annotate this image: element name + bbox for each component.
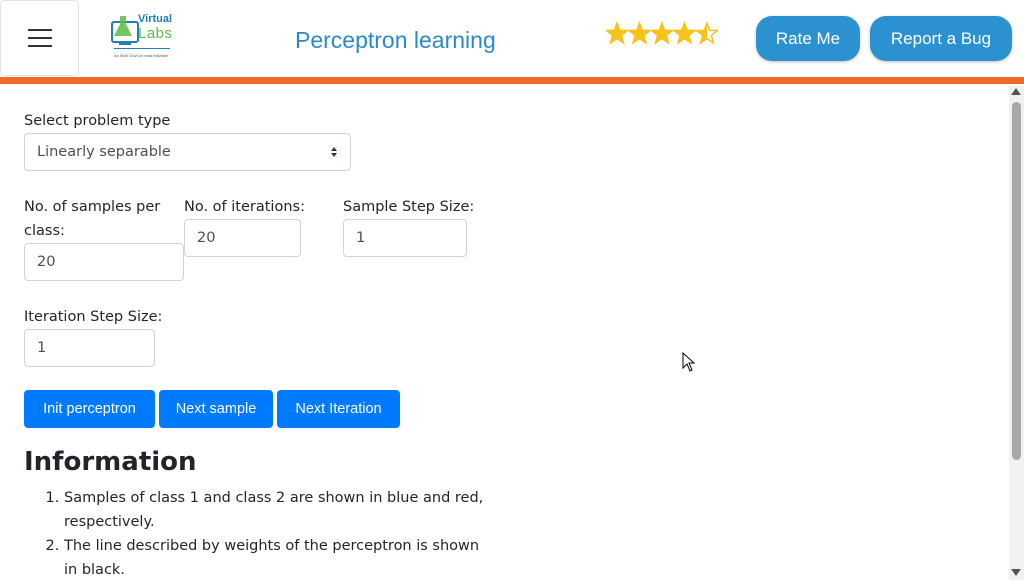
menu-line [27,45,52,47]
list-item: The line described by weights of the per… [64,534,494,582]
rating-star-icon [694,21,718,45]
mouse-pointer-icon [682,352,695,372]
scroll-down-arrow-icon[interactable] [1011,569,1021,576]
rating-star-icon [606,21,630,45]
information-heading: Information [24,447,197,477]
rating-star-icon [626,21,653,45]
hamburger-menu-button[interactable] [0,0,79,76]
report-bug-button[interactable]: Report a Bug [870,16,1012,61]
init-perceptron-button[interactable]: Init perceptron [24,390,155,428]
menu-line [27,37,52,39]
logo-tagline: An MoE Govt of India Initiative [114,53,168,58]
sample-step-size-input[interactable]: 1 [343,219,467,257]
sample-step-size-label: Sample Step Size: [343,199,475,215]
rate-me-button[interactable]: Rate Me [756,16,860,61]
logo-text-labs: Labs [138,25,173,42]
next-iteration-button[interactable]: Next Iteration [277,390,400,428]
information-list: Samples of class 1 and class 2 are shown… [24,486,494,582]
problem-type-label: Select problem type [24,113,171,129]
iterations-input[interactable]: 20 [184,219,301,257]
rating-star-icon [649,21,675,45]
rating-star-icon [671,21,698,45]
iteration-step-size-input[interactable]: 1 [24,329,155,367]
rating-stars [606,21,718,45]
logo-text-virtual: Virtual [138,13,173,25]
next-sample-button[interactable]: Next sample [159,390,273,428]
scroll-up-arrow-icon[interactable] [1011,88,1021,95]
top-header: Virtual Labs An MoE Govt of India Initia… [0,0,1024,78]
problem-type-value: Linearly separable [37,144,171,160]
samples-per-class-input[interactable]: 20 [24,243,184,281]
problem-type-select[interactable]: Linearly separable [24,133,351,171]
scrollbar-thumb[interactable] [1012,102,1021,460]
samples-per-class-label: No. of samples per class: [24,199,161,239]
menu-line [27,29,52,31]
page-title: Perceptron learning [295,27,496,53]
header-accent-bar [0,77,1024,84]
iterations-label: No. of iterations: [184,199,305,215]
list-item: Samples of class 1 and class 2 are shown… [64,486,494,534]
select-updown-icon [331,147,337,157]
iteration-step-size-label: Iteration Step Size: [24,309,163,325]
